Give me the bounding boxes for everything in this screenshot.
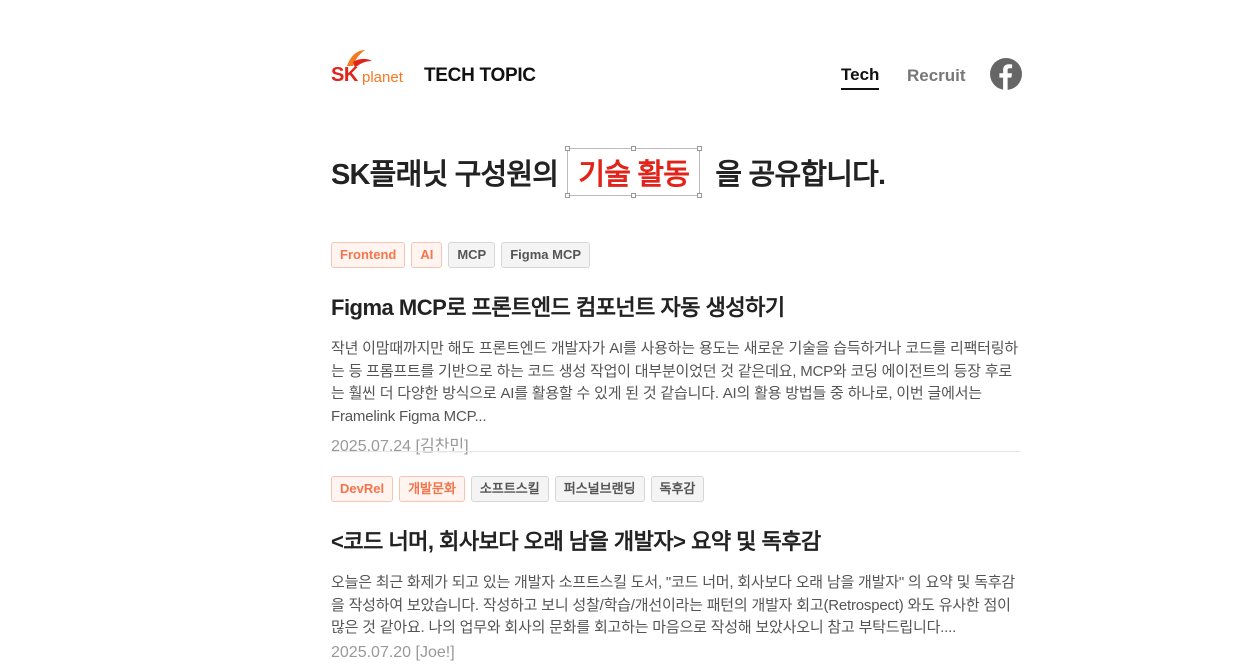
tag-list: DevRel 개발문화 소프트스킬 퍼스널브랜딩 독후감 bbox=[331, 476, 1021, 502]
logo-planet-text: planet bbox=[362, 69, 403, 86]
post-meta: 2025.07.24 [김찬민] bbox=[331, 438, 469, 455]
post-card[interactable]: Frontend AI MCP Figma MCP Figma MCP로 프론트엔드 … bbox=[331, 242, 1021, 456]
hero-heading: SK플래닛 구성원의 기술 활동 을 공유합니다. bbox=[331, 146, 886, 198]
tag[interactable]: DevRel bbox=[331, 476, 394, 502]
post-title[interactable]: <코드 너머, 회사보다 오래 남을 개발자> 요약 및 독후감 bbox=[331, 524, 1021, 556]
tag[interactable]: Figma MCP bbox=[501, 242, 591, 268]
hero-suffix: 을 공유합니다. bbox=[715, 159, 886, 191]
resize-handle bbox=[565, 193, 571, 198]
sk-planet-logo[interactable]: SK planet bbox=[331, 48, 411, 88]
tag[interactable]: AI bbox=[411, 242, 443, 268]
tag[interactable]: Frontend bbox=[331, 242, 406, 268]
site-header: SK planet TECH TOPIC Tech Recruit bbox=[331, 48, 1022, 102]
facebook-icon[interactable] bbox=[990, 58, 1022, 90]
resize-handle bbox=[697, 193, 703, 198]
tag[interactable]: 독후감 bbox=[650, 476, 705, 502]
site-title[interactable]: TECH TOPIC bbox=[424, 65, 536, 87]
nav-recruit-link[interactable]: Recruit bbox=[907, 66, 966, 86]
tag[interactable]: MCP bbox=[448, 242, 496, 268]
page-container: SK planet TECH TOPIC Tech Recruit SK플래닛 … bbox=[331, 0, 1022, 666]
resize-handle bbox=[697, 146, 703, 151]
nav-tech-link[interactable]: Tech bbox=[841, 65, 880, 90]
post-description: 오늘은 최근 화제가 되고 있는 개발자 소프트스킬 도서, "코드 너머, 회… bbox=[331, 574, 1016, 636]
tag-list: Frontend AI MCP Figma MCP bbox=[331, 242, 1021, 268]
resize-handle bbox=[565, 146, 571, 151]
resize-handle bbox=[630, 193, 636, 198]
post-meta: 2025.07.20 [Joe!] bbox=[331, 643, 455, 661]
tag[interactable]: 개발문화 bbox=[399, 476, 465, 502]
hero-highlight: 기술 활동 bbox=[578, 159, 690, 191]
tag[interactable]: 소프트스킬 bbox=[470, 476, 549, 502]
hero-highlight-box: 기술 활동 bbox=[565, 146, 703, 198]
tag[interactable]: 퍼스널브랜딩 bbox=[554, 476, 645, 502]
hero-prefix: SK플래닛 구성원의 bbox=[331, 159, 559, 191]
logo-sk-text: SK bbox=[331, 64, 358, 86]
post-description: 작년 이맘때까지만 해도 프론트엔드 개발자가 AI를 사용하는 용도는 새로운… bbox=[331, 340, 1018, 425]
post-divider bbox=[331, 451, 1021, 452]
post-card[interactable]: DevRel 개발문화 소프트스킬 퍼스널브랜딩 독후감 <코드 너머, 회사보다 오래… bbox=[331, 476, 1021, 662]
post-title[interactable]: Figma MCP로 프론트엔드 컴포넌트 자동 생성하기 bbox=[331, 290, 1021, 322]
resize-handle bbox=[630, 146, 636, 151]
